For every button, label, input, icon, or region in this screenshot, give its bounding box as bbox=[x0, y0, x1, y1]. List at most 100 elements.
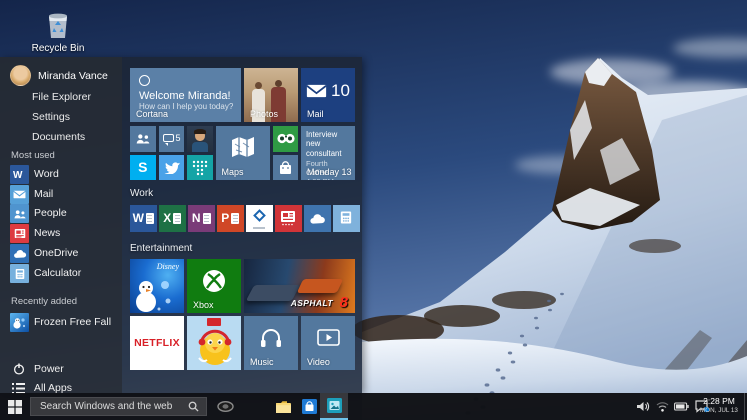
sidebar-app-news[interactable]: News bbox=[0, 224, 122, 243]
recycle-bin-shortcut[interactable]: Recycle Bin bbox=[26, 8, 90, 54]
photos-label: Photos bbox=[250, 109, 279, 119]
tile-work-word[interactable]: W bbox=[130, 205, 157, 232]
onedrive-icon bbox=[10, 244, 29, 263]
svg-text:W: W bbox=[13, 170, 23, 180]
start-button[interactable] bbox=[0, 393, 30, 420]
calculator-icon bbox=[10, 264, 29, 283]
sidebar-app-frozen-free-fall[interactable]: Frozen Free Fall bbox=[0, 313, 122, 332]
taskbar-file-explorer[interactable] bbox=[270, 393, 296, 420]
cortana-ring-icon bbox=[139, 75, 150, 86]
tile-work-news[interactable] bbox=[275, 205, 302, 232]
tile-music[interactable]: Music bbox=[244, 316, 298, 370]
word-icon: W bbox=[10, 165, 29, 184]
maps-label: Maps bbox=[221, 167, 244, 177]
tile-zynga-game[interactable] bbox=[187, 316, 241, 370]
recently-added-header: Recently added bbox=[11, 296, 78, 307]
chick-character-icon bbox=[198, 329, 232, 365]
cortana-greeting: Welcome Miranda! bbox=[139, 90, 231, 102]
xbox-logo-icon bbox=[203, 270, 225, 292]
user-avatar bbox=[10, 65, 31, 86]
olaf-snowman-icon bbox=[136, 281, 171, 312]
delve-icon bbox=[252, 209, 266, 222]
tile-asphalt8[interactable]: ASPHALT 8 bbox=[244, 259, 355, 313]
sidebar-item-file-explorer[interactable]: File Explorer bbox=[0, 89, 122, 106]
delve-caption bbox=[253, 226, 265, 229]
tile-messaging-small[interactable]: 5 bbox=[158, 126, 184, 152]
tile-people-small[interactable] bbox=[130, 126, 156, 152]
tripadvisor-owl-icon bbox=[276, 133, 295, 144]
tray-volume[interactable] bbox=[634, 393, 652, 420]
photos-app-icon bbox=[326, 398, 342, 413]
shopping-bag-icon bbox=[279, 160, 291, 174]
tray-battery[interactable] bbox=[671, 393, 691, 420]
powerpoint-doc-icon bbox=[231, 212, 240, 224]
netflix-wordmark: NETFLIX bbox=[134, 337, 180, 349]
race-car-shape bbox=[296, 279, 344, 293]
maps-icon bbox=[231, 137, 254, 157]
messaging-badge-count: 5 bbox=[175, 133, 181, 143]
tile-calendar[interactable]: Interview new consultant Fourth Coffee 4… bbox=[301, 126, 355, 180]
tray-network[interactable] bbox=[653, 393, 671, 420]
tile-work-excel[interactable]: X bbox=[159, 205, 186, 232]
tile-work-onenote[interactable]: N bbox=[188, 205, 215, 232]
search-input[interactable]: Search Windows and the web bbox=[30, 397, 207, 416]
windows-logo-icon bbox=[8, 399, 22, 414]
tile-dots-app-small[interactable] bbox=[187, 154, 213, 180]
news-icon bbox=[10, 224, 29, 243]
search-icon bbox=[188, 401, 199, 412]
tile-work-powerpoint[interactable]: P bbox=[217, 205, 244, 232]
tile-work-delve[interactable] bbox=[246, 205, 273, 232]
sidebar-app-word[interactable]: W Word bbox=[0, 165, 122, 184]
tile-tripadvisor-small[interactable] bbox=[272, 126, 298, 152]
tile-contact-photo[interactable] bbox=[187, 126, 213, 152]
sidebar-app-onedrive[interactable]: OneDrive bbox=[0, 244, 122, 263]
tile-netflix[interactable]: NETFLIX bbox=[130, 316, 184, 370]
network-icon bbox=[656, 402, 668, 412]
music-label: Music bbox=[250, 357, 274, 367]
onedrive-cloud-icon bbox=[310, 214, 325, 224]
taskbar-active-app[interactable] bbox=[320, 393, 348, 420]
recycle-bin-label: Recycle Bin bbox=[31, 43, 85, 54]
tile-mail[interactable]: 10 Mail bbox=[301, 68, 355, 122]
skype-icon: S bbox=[138, 159, 148, 176]
photo-figure bbox=[255, 82, 262, 89]
disney-wordmark: Disney bbox=[156, 262, 179, 271]
asphalt-number: 8 bbox=[339, 294, 348, 311]
search-placeholder: Search Windows and the web bbox=[40, 401, 173, 412]
sidebar-app-people[interactable]: People bbox=[0, 204, 122, 223]
tile-work-calculator[interactable] bbox=[333, 205, 360, 232]
tile-xbox[interactable]: Xbox bbox=[187, 259, 241, 313]
tile-video[interactable]: Video bbox=[301, 316, 355, 370]
mail-envelope-icon bbox=[306, 84, 327, 98]
people-icon bbox=[136, 134, 150, 144]
newspaper-icon bbox=[281, 211, 295, 226]
tile-twitter-small[interactable] bbox=[158, 154, 184, 180]
sidebar-app-mail[interactable]: Mail bbox=[0, 185, 122, 204]
sidebar-app-calculator[interactable]: Calculator bbox=[0, 264, 122, 283]
tile-maps[interactable]: Maps bbox=[215, 126, 270, 180]
tile-work-onedrive[interactable] bbox=[304, 205, 331, 232]
zynga-ribbon bbox=[207, 318, 221, 326]
most-used-header: Most used bbox=[11, 150, 55, 161]
tile-skype-small[interactable]: S bbox=[130, 154, 156, 180]
folder-icon bbox=[275, 400, 291, 413]
tile-cortana[interactable]: Welcome Miranda! How can I help you toda… bbox=[130, 68, 241, 122]
frozen-free-fall-icon bbox=[10, 313, 29, 332]
tile-store-small[interactable] bbox=[272, 154, 298, 180]
sidebar-item-settings[interactable]: Settings bbox=[0, 109, 122, 126]
taskbar-store[interactable] bbox=[296, 393, 322, 420]
user-account-row[interactable]: Miranda Vance bbox=[10, 65, 120, 87]
video-icon bbox=[317, 329, 340, 346]
power-button[interactable]: Power bbox=[0, 361, 122, 379]
asphalt-wordmark: ASPHALT bbox=[290, 298, 333, 308]
power-icon bbox=[13, 363, 25, 375]
work-group-header: Work bbox=[130, 188, 154, 199]
speaker-icon bbox=[636, 402, 649, 411]
photo-figure bbox=[275, 80, 282, 87]
sidebar-item-documents[interactable]: Documents bbox=[0, 129, 122, 146]
tile-photos[interactable]: Photos bbox=[244, 68, 298, 122]
word-doc-icon bbox=[145, 212, 154, 224]
task-view-button[interactable] bbox=[212, 393, 238, 420]
tile-frozen-free-fall[interactable]: Disney bbox=[130, 259, 184, 313]
tray-clock[interactable]: 2:28 PM MON, JUL 13 bbox=[699, 396, 739, 414]
